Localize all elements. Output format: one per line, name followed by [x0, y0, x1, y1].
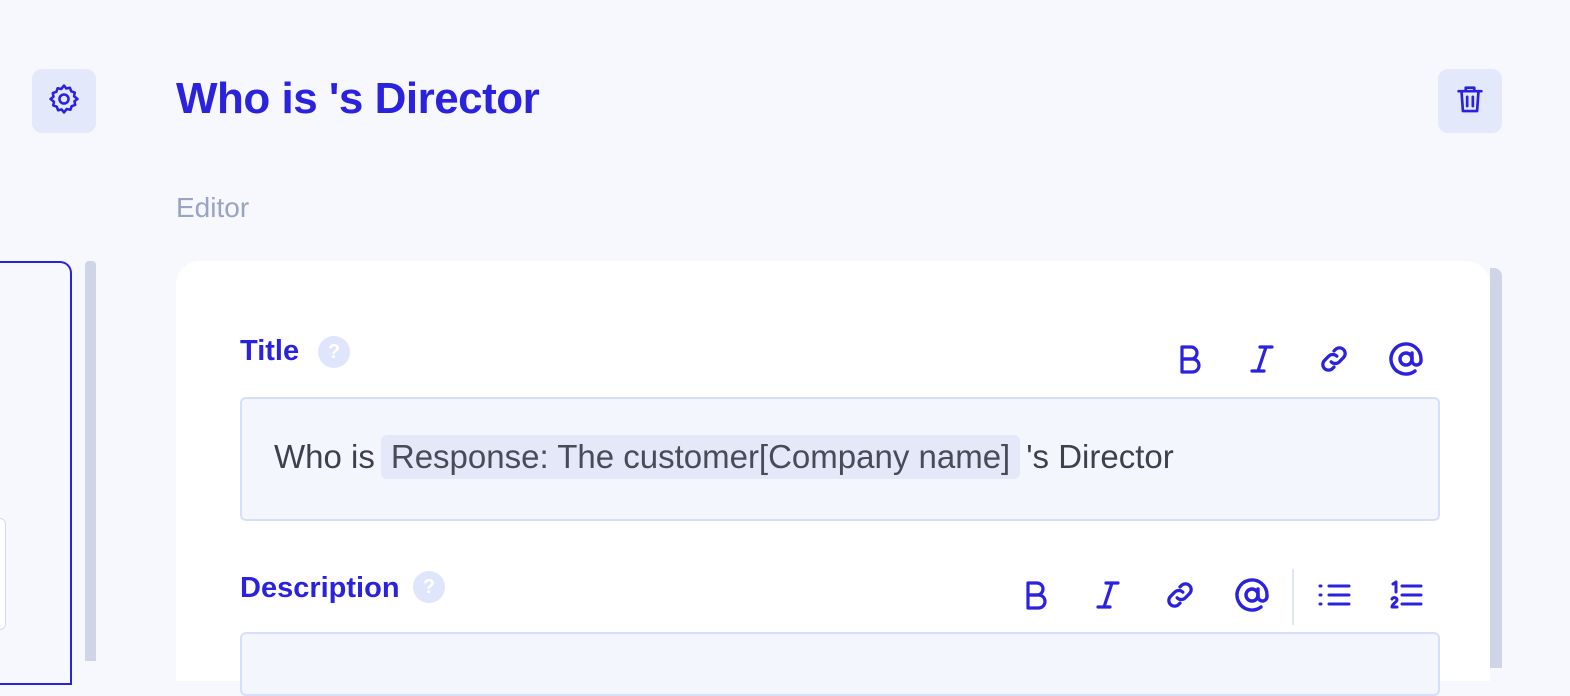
description-bullet-list-button[interactable]: [1312, 575, 1356, 619]
description-italic-button[interactable]: [1086, 575, 1130, 619]
title-input[interactable]: Who is Response: The customer[Company na…: [240, 397, 1440, 521]
title-input-prefix: Who is: [274, 438, 375, 475]
italic-icon: [1248, 343, 1276, 380]
numbered-list-icon: [1389, 579, 1423, 616]
description-mention-button[interactable]: [1230, 575, 1274, 619]
left-scrollbar[interactable]: [85, 261, 96, 661]
settings-button[interactable]: [32, 69, 96, 133]
title-link-button[interactable]: [1312, 339, 1356, 383]
bold-icon: [1022, 579, 1050, 616]
italic-icon: [1094, 579, 1122, 616]
title-field-label: Title: [240, 335, 300, 367]
mention-chip[interactable]: Response: The customer[Company name]: [380, 435, 1021, 479]
title-input-suffix: 's Director: [1026, 438, 1174, 475]
mention-icon: [1388, 341, 1424, 382]
trash-icon: [1453, 82, 1487, 121]
left-panel-inner-box: [0, 518, 6, 630]
link-icon: [1317, 342, 1351, 381]
description-help-icon[interactable]: ?: [413, 571, 445, 603]
bold-icon: [1176, 343, 1204, 380]
section-label: Editor: [176, 192, 250, 223]
description-field-label: Description: [240, 572, 400, 604]
description-numbered-list-button[interactable]: [1384, 575, 1428, 619]
page-title: Who is 's Director: [176, 74, 540, 123]
left-panel-frame: [0, 261, 72, 685]
right-scrollbar[interactable]: [1490, 268, 1502, 668]
description-bold-button[interactable]: [1014, 575, 1058, 619]
mention-icon: [1234, 577, 1270, 618]
title-help-icon[interactable]: ?: [318, 336, 350, 368]
description-input[interactable]: [240, 632, 1440, 696]
title-italic-button[interactable]: [1240, 339, 1284, 383]
bullet-list-icon: [1317, 580, 1351, 615]
toolbar-separator: [1292, 569, 1294, 625]
title-bold-button[interactable]: [1168, 339, 1212, 383]
title-mention-button[interactable]: [1384, 339, 1428, 383]
description-link-button[interactable]: [1158, 575, 1202, 619]
delete-button[interactable]: [1438, 69, 1502, 133]
link-icon: [1163, 578, 1197, 617]
gear-icon: [47, 82, 81, 121]
